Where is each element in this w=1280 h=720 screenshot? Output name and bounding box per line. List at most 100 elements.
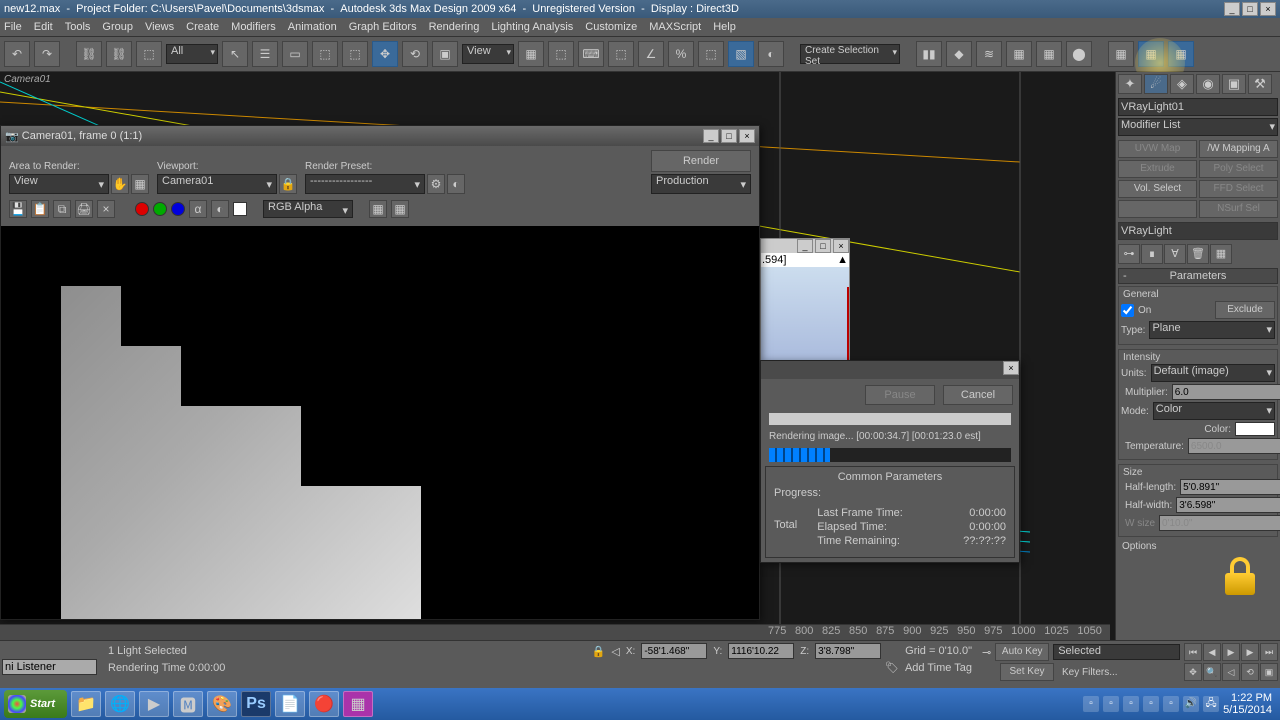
tray-1[interactable]: ▫ bbox=[1083, 696, 1099, 712]
selection-filter[interactable]: All bbox=[166, 44, 218, 64]
x-coord[interactable] bbox=[641, 643, 707, 659]
layers-button[interactable]: ≋ bbox=[976, 41, 1002, 67]
save-image[interactable]: 💾 bbox=[9, 200, 27, 218]
minimize-button[interactable]: _ bbox=[1224, 2, 1240, 16]
print-image[interactable]: 🖨 bbox=[75, 200, 93, 218]
exclude-button[interactable]: Exclude bbox=[1215, 301, 1275, 319]
mod-volselect[interactable]: Vol. Select bbox=[1118, 180, 1197, 198]
lock-icon2[interactable]: 🔒 bbox=[592, 645, 606, 658]
sub-min[interactable]: _ bbox=[797, 239, 813, 253]
ref-coord-dropdown[interactable]: View bbox=[462, 44, 514, 64]
sub-scroll-up[interactable]: ▲ bbox=[837, 254, 848, 266]
listener-input[interactable] bbox=[2, 659, 97, 675]
undo-button[interactable]: ↶ bbox=[4, 41, 30, 67]
task-3dsmax[interactable]: 🅼 bbox=[173, 691, 203, 717]
make-unique-button[interactable]: ∀ bbox=[1164, 244, 1186, 264]
task-ps[interactable]: Ps bbox=[241, 691, 271, 717]
auto-key-button[interactable]: Auto Key bbox=[995, 643, 1049, 661]
mode-dropdown[interactable]: Color bbox=[1153, 402, 1275, 420]
mirror-button[interactable]: ▮▮ bbox=[916, 41, 942, 67]
paint-select-button[interactable]: ⬚ bbox=[342, 41, 368, 67]
remove-modifier-button[interactable]: 🗑 bbox=[1187, 244, 1209, 264]
select-button[interactable]: ↖ bbox=[222, 41, 248, 67]
task-app3[interactable]: ▦ bbox=[343, 691, 373, 717]
material-editor-button[interactable]: ⬤ bbox=[1066, 41, 1092, 67]
task-explorer[interactable]: 📁 bbox=[71, 691, 101, 717]
tab-modify[interactable]: ☄ bbox=[1144, 74, 1168, 94]
task-app1[interactable]: 🎨 bbox=[207, 691, 237, 717]
shade-button[interactable]: ◐ bbox=[758, 41, 784, 67]
render-button[interactable]: ▦ bbox=[1168, 41, 1194, 67]
task-app2[interactable]: 📄 bbox=[275, 691, 305, 717]
tab-utilities[interactable]: ⚒ bbox=[1248, 74, 1272, 94]
nav-zoom[interactable]: 🔍 bbox=[1203, 663, 1221, 681]
align-button[interactable]: ◆ bbox=[946, 41, 972, 67]
menu-file[interactable]: File bbox=[4, 21, 22, 33]
show-end-result-button[interactable]: ∎ bbox=[1141, 244, 1163, 264]
rw-minimize[interactable]: _ bbox=[703, 129, 719, 143]
menu-graph-editors[interactable]: Graph Editors bbox=[349, 21, 417, 33]
clock-time[interactable]: 1:22 PM bbox=[1223, 692, 1272, 704]
key-icon[interactable]: ⊸ bbox=[982, 646, 991, 659]
mod-ffdselect[interactable]: FFD Select bbox=[1199, 180, 1278, 198]
key-target-dropdown[interactable]: Selected bbox=[1053, 644, 1180, 660]
scale-button[interactable]: ▣ bbox=[432, 41, 458, 67]
time-slider[interactable]: 775800 825850 875900 925950 9751000 1025… bbox=[0, 624, 1110, 640]
time-tag-icon[interactable]: 🏷 bbox=[885, 661, 899, 674]
menu-modifiers[interactable]: Modifiers bbox=[231, 21, 276, 33]
menu-maxscript[interactable]: MAXScript bbox=[649, 21, 701, 33]
rotate-button[interactable]: ⟲ bbox=[402, 41, 428, 67]
tab-motion[interactable]: ◉ bbox=[1196, 74, 1220, 94]
clear-image[interactable]: × bbox=[97, 200, 115, 218]
prev-frame[interactable]: ◀ bbox=[1203, 643, 1221, 661]
bind-button[interactable]: ⬚ bbox=[136, 41, 162, 67]
cancel-button[interactable]: Cancel bbox=[943, 385, 1013, 405]
viewport-lock[interactable]: 🔒 bbox=[279, 174, 297, 194]
channel-red[interactable] bbox=[135, 202, 149, 216]
area-auto[interactable]: ▦ bbox=[131, 174, 149, 194]
mod-polyselect[interactable]: Poly Select bbox=[1199, 160, 1278, 178]
render-setup-button[interactable]: ▦ bbox=[1108, 41, 1134, 67]
toggle-ui2[interactable]: ▦ bbox=[391, 200, 409, 218]
rw-close[interactable]: × bbox=[739, 129, 755, 143]
schematic-button[interactable]: ▦ bbox=[1036, 41, 1062, 67]
select-name-button[interactable]: ☰ bbox=[252, 41, 278, 67]
spinner-snap-button[interactable]: ⬚ bbox=[698, 41, 724, 67]
keyboard-shortcuts-button[interactable]: ⌨ bbox=[578, 41, 604, 67]
units-dropdown[interactable]: Default (image) bbox=[1151, 364, 1275, 382]
y-coord[interactable] bbox=[728, 643, 794, 659]
multiplier-field[interactable] bbox=[1172, 384, 1280, 400]
mod-mapping[interactable]: /W Mapping A bbox=[1199, 140, 1278, 158]
modifier-stack[interactable]: VRayLight bbox=[1118, 222, 1278, 240]
percent-snap-toggle[interactable]: % bbox=[668, 41, 694, 67]
unlink-button[interactable]: ⛓ bbox=[106, 41, 132, 67]
channel-alpha[interactable]: α bbox=[189, 200, 207, 218]
task-ie[interactable]: 🌐 bbox=[105, 691, 135, 717]
mod-uvwmap[interactable]: UVW Map bbox=[1118, 140, 1197, 158]
rw-maximize[interactable]: □ bbox=[721, 129, 737, 143]
menu-help[interactable]: Help bbox=[713, 21, 736, 33]
pin-stack-button[interactable]: ⊶ bbox=[1118, 244, 1140, 264]
area-dropdown[interactable]: View bbox=[9, 174, 109, 194]
temp-field[interactable] bbox=[1188, 438, 1280, 454]
redo-button[interactable]: ↷ bbox=[34, 41, 60, 67]
move-button[interactable]: ✥ bbox=[372, 41, 398, 67]
play[interactable]: ▶ bbox=[1222, 643, 1240, 661]
window-crossing-button[interactable]: ⬚ bbox=[312, 41, 338, 67]
channel-blue[interactable] bbox=[171, 202, 185, 216]
key-filters-button[interactable]: Key Filters... bbox=[1058, 667, 1180, 678]
mod-extrude[interactable]: Extrude bbox=[1118, 160, 1197, 178]
tray-4[interactable]: ▫ bbox=[1143, 696, 1159, 712]
rollout-parameters[interactable]: -Parameters bbox=[1118, 268, 1278, 284]
half-length-field[interactable] bbox=[1180, 479, 1280, 495]
toggle-ui1[interactable]: ▦ bbox=[369, 200, 387, 218]
modifier-list-dropdown[interactable]: Modifier List bbox=[1118, 118, 1278, 136]
nav-fov[interactable]: ◁ bbox=[1222, 663, 1240, 681]
add-time-tag[interactable]: Add Time Tag bbox=[905, 662, 972, 674]
clock-date[interactable]: 5/15/2014 bbox=[1223, 704, 1272, 716]
menu-edit[interactable]: Edit bbox=[34, 21, 53, 33]
tab-create[interactable]: ✦ bbox=[1118, 74, 1142, 94]
menu-views[interactable]: Views bbox=[145, 21, 174, 33]
sub-max[interactable]: □ bbox=[815, 239, 831, 253]
tray-2[interactable]: ▫ bbox=[1103, 696, 1119, 712]
